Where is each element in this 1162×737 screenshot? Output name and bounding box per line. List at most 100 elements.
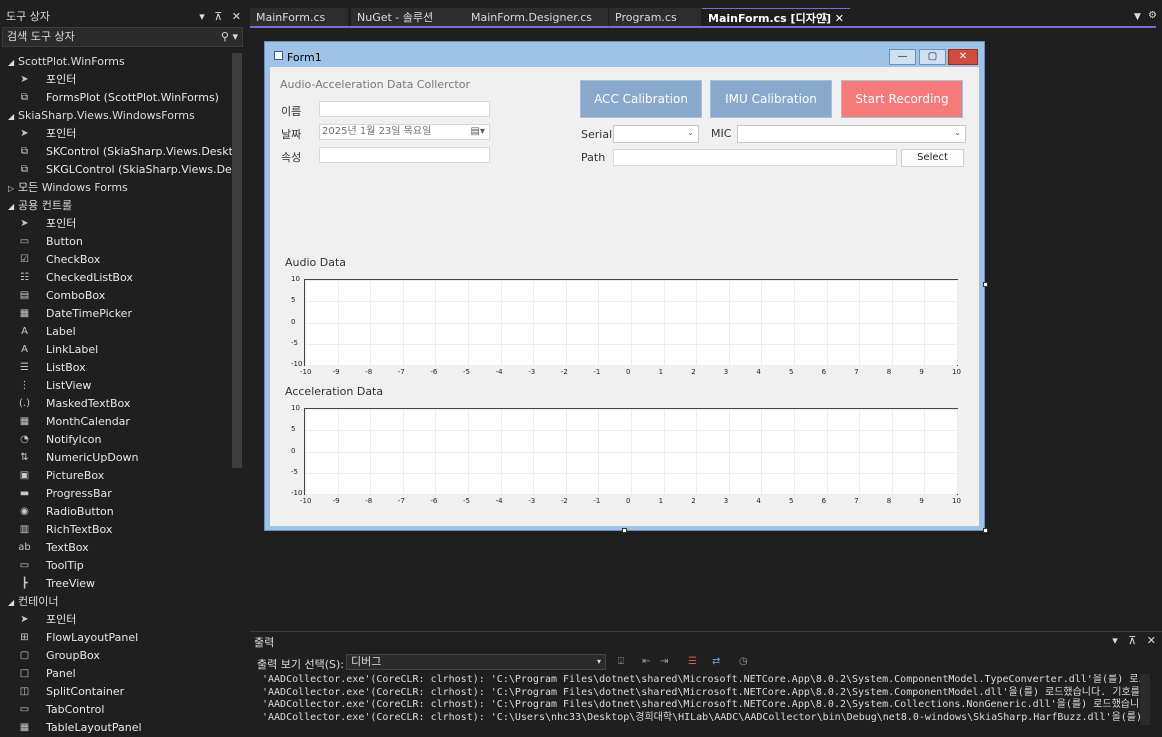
minimize-icon[interactable]: — bbox=[889, 49, 916, 65]
calendar-icon[interactable]: ▤▾ bbox=[471, 125, 485, 139]
output-panel: 출력 ▾ ⊼ ✕ 출력 보기 선택(S): 디버그 ▾ ⍗ ⇤ ⇥ ☰ ⇄ ◷ … bbox=[250, 631, 1162, 725]
toolbox-category[interactable]: ◢ 공용 컨트롤 bbox=[0, 197, 232, 215]
close-icon[interactable]: ✕ bbox=[232, 10, 241, 23]
toolbox-category[interactable]: ◢ SkiaSharp.Views.WindowsForms bbox=[0, 107, 232, 125]
audio-plot[interactable]: -10 -9 -8 -7 -6 -5 -4 -3 -2 -1 0 1 2 3 4 5 6 7 8 9 10 10 5 0 -5-… bbox=[291, 275, 961, 376]
toolbox-search-input[interactable]: 검색 도구 상자 ⚲ ▾ bbox=[2, 27, 243, 47]
toolbox-item[interactable]: ┣ TreeView bbox=[0, 575, 232, 593]
path-input[interactable] bbox=[613, 149, 897, 166]
expanded-arrow-icon[interactable]: ◢ bbox=[8, 108, 18, 125]
toolbox-item[interactable]: ▢ GroupBox bbox=[0, 647, 232, 665]
close-icon[interactable]: ✕ bbox=[1147, 634, 1156, 647]
toolbox-item[interactable]: ▦ MonthCalendar bbox=[0, 413, 232, 431]
toolbox-item[interactable]: A Label bbox=[0, 323, 232, 341]
toolbox-item[interactable]: ☰ ListBox bbox=[0, 359, 232, 377]
toolbox-item[interactable]: ☑ CheckBox bbox=[0, 251, 232, 269]
toolbox-item[interactable]: ▣ PictureBox bbox=[0, 467, 232, 485]
form1-window[interactable]: Form1 — ▢ ✕ Audio-Acceleration Data Coll… bbox=[264, 41, 985, 531]
tab-mainform-design[interactable]: MainForm.cs [디자인] ⊼ ✕ bbox=[702, 8, 850, 27]
toolbox-item[interactable]: ➤ 포인터 bbox=[0, 611, 232, 629]
toolbox-category[interactable]: ◢ 컨테이너 bbox=[0, 593, 232, 611]
attr-input[interactable] bbox=[319, 147, 490, 163]
resize-handle-right[interactable] bbox=[983, 282, 988, 287]
search-icon[interactable]: ⚲ ▾ bbox=[221, 28, 238, 46]
collapsed-arrow-icon[interactable]: ▷ bbox=[8, 180, 18, 197]
close-icon[interactable]: ✕ bbox=[948, 49, 978, 65]
toolbox-item[interactable]: ➤ 포인터 bbox=[0, 125, 232, 143]
clear-all-icon[interactable]: ☰ bbox=[688, 656, 697, 667]
output-source-select[interactable]: 디버그 ▾ bbox=[346, 654, 606, 670]
resize-handle-bottom[interactable] bbox=[622, 528, 627, 533]
toolbox-item[interactable]: A LinkLabel bbox=[0, 341, 232, 359]
toolbox-item[interactable]: ⋮ ListView bbox=[0, 377, 232, 395]
tab-mainform-designer-cs[interactable]: MainForm.Designer.cs bbox=[465, 8, 608, 27]
start-recording-button[interactable]: Start Recording bbox=[841, 80, 963, 118]
expanded-arrow-icon[interactable]: ◢ bbox=[8, 198, 18, 215]
listbox-icon: ☰ bbox=[20, 362, 29, 373]
dropdown-icon[interactable]: ▾ bbox=[1112, 634, 1118, 647]
find-message-icon[interactable]: ⍗ bbox=[618, 656, 624, 667]
toolbox-item[interactable]: ▭ ToolTip bbox=[0, 557, 232, 575]
toolbox-item[interactable]: ☷ CheckedListBox bbox=[0, 269, 232, 287]
toolbox-item[interactable]: ▤ ComboBox bbox=[0, 287, 232, 305]
toolbox-item[interactable]: ➤ 포인터 bbox=[0, 71, 232, 89]
toolbox-item[interactable]: ▦ TableLayoutPanel bbox=[0, 719, 232, 737]
output-toolbar: 출력 보기 선택(S): 디버그 ▾ ⍗ ⇤ ⇥ ☰ ⇄ ◷ bbox=[250, 652, 1162, 672]
date-picker[interactable]: 2025년 1월 23일 목요일 ▤▾ bbox=[319, 124, 490, 140]
toolbox-item[interactable]: ⊞ FlowLayoutPanel bbox=[0, 629, 232, 647]
tab-program-cs[interactable]: Program.cs bbox=[609, 8, 701, 27]
expanded-arrow-icon[interactable]: ◢ bbox=[8, 54, 18, 71]
toolbox-item[interactable]: (.) MaskedTextBox bbox=[0, 395, 232, 413]
flowlayoutpanel-icon: ⊞ bbox=[20, 632, 29, 643]
resize-handle-corner[interactable] bbox=[983, 528, 988, 533]
toolbox-item-label: SplitContainer bbox=[46, 685, 125, 698]
prev-message-icon[interactable]: ⇤ bbox=[642, 656, 650, 667]
expanded-arrow-icon[interactable]: ◢ bbox=[8, 594, 18, 611]
toolbox-item[interactable]: ◉ RadioButton bbox=[0, 503, 232, 521]
toolbox-category[interactable]: ◢ ScottPlot.WinForms bbox=[0, 53, 232, 71]
acceleration-plot[interactable]: -10 -9 -8 -7 -6 -5 -4 -3 -2 -1 0 1 2 3 4 5 6 7 8 9 10 10 5 0 -5-… bbox=[291, 404, 961, 505]
toolbox-item[interactable]: □ Panel bbox=[0, 665, 232, 683]
gear-icon[interactable]: ⚙ bbox=[1148, 10, 1157, 21]
next-message-icon[interactable]: ⇥ bbox=[660, 656, 668, 667]
select-button[interactable]: Select bbox=[901, 149, 964, 167]
toolbox-item[interactable]: ▬ ProgressBar bbox=[0, 485, 232, 503]
imu-calibration-button[interactable]: IMU Calibration bbox=[710, 80, 832, 118]
pin-icon[interactable]: ⊼ bbox=[1128, 634, 1136, 647]
toolbox-item[interactable]: ➤ 포인터 bbox=[0, 215, 232, 233]
tab-list-dropdown-icon[interactable]: ▼ bbox=[1134, 12, 1141, 22]
toolbox-item-label: TreeView bbox=[46, 577, 96, 590]
toolbox-item[interactable]: ▭ Button bbox=[0, 233, 232, 251]
toolbox-item[interactable]: ⧉ FormsPlot (ScottPlot.WinForms) bbox=[0, 89, 232, 107]
output-scrollbar[interactable] bbox=[1140, 674, 1150, 725]
toolbox-item[interactable]: ▥ RichTextBox bbox=[0, 521, 232, 539]
toolbox-item[interactable]: ⇅ NumericUpDown bbox=[0, 449, 232, 467]
dropdown-icon[interactable]: ▾ bbox=[199, 10, 205, 23]
toolbox-item[interactable]: ⧉ SKControl (SkiaSharp.Views.Desktop) bbox=[0, 143, 232, 161]
x-tick-label: -9 bbox=[332, 368, 340, 376]
toolbox-item[interactable]: ◫ SplitContainer bbox=[0, 683, 232, 701]
toolbox-item[interactable]: ⧉ SKGLControl (SkiaSharp.Views.Deskt... bbox=[0, 161, 232, 179]
chevron-down-icon: ▾ bbox=[596, 657, 601, 666]
output-text[interactable]: 'AADCollector.exe'(CoreCLR: clrhost): 'C… bbox=[262, 674, 1148, 726]
x-tick-label: -8 bbox=[365, 368, 373, 376]
x-tick-label: 1 bbox=[658, 368, 664, 376]
timestamp-icon[interactable]: ◷ bbox=[739, 656, 748, 667]
date-value: 2025년 1월 23일 목요일 bbox=[322, 126, 432, 137]
mic-combobox[interactable]: ⌄ bbox=[737, 125, 966, 143]
toolbox-item[interactable]: ◔ NotifyIcon bbox=[0, 431, 232, 449]
toolbox-item[interactable]: ▭ TabControl bbox=[0, 701, 232, 719]
pin-icon[interactable]: ⊼ bbox=[214, 10, 222, 23]
output-source-label: 출력 보기 선택(S): bbox=[257, 658, 344, 671]
name-input[interactable] bbox=[319, 101, 490, 117]
acc-calibration-button[interactable]: ACC Calibration bbox=[580, 80, 702, 118]
toolbox-item[interactable]: ▦ DateTimePicker bbox=[0, 305, 232, 323]
word-wrap-icon[interactable]: ⇄ bbox=[712, 656, 720, 667]
tab-nuget-solution[interactable]: NuGet - 솔루션 bbox=[351, 8, 465, 27]
toolbox-scrollbar[interactable] bbox=[232, 53, 242, 468]
toolbox-item[interactable]: ab TextBox bbox=[0, 539, 232, 557]
tab-mainform-cs[interactable]: MainForm.cs bbox=[250, 8, 348, 27]
toolbox-category[interactable]: ▷ 모든 Windows Forms bbox=[0, 179, 232, 197]
serial-combobox[interactable]: ⌄ bbox=[613, 125, 699, 143]
maximize-icon[interactable]: ▢ bbox=[919, 49, 946, 65]
